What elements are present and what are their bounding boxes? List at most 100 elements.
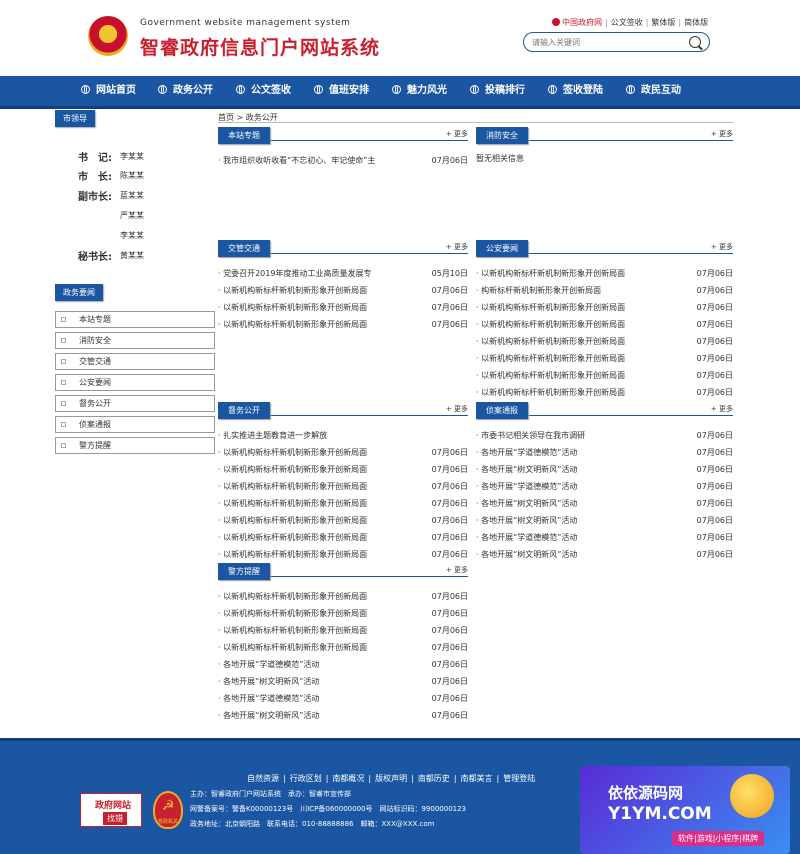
news-item[interactable]: · 以新机构新标杆新机制新形象开创新局面 07月06日 <box>476 319 733 331</box>
news-item[interactable]: · 各地开展“学道德模范”活动 07月06日 <box>476 447 733 459</box>
news-item[interactable]: · 以新机构新标杆新机制新形象开创新局面 07月06日 <box>476 302 733 314</box>
news-item[interactable]: · 各地开展“学道德模范”活动 07月06日 <box>476 532 733 544</box>
more-link[interactable]: + 更多 <box>711 129 733 139</box>
news-title[interactable]: · 市委书记相关领导在我市调研 <box>476 430 585 441</box>
footer-link[interactable]: 南都历史 <box>418 774 450 783</box>
sidebar-item[interactable]: 侦案通报 <box>55 416 215 433</box>
more-link[interactable]: + 更多 <box>446 565 468 575</box>
panel-tab[interactable]: 交管交通 <box>218 240 270 257</box>
nav-ranking[interactable]: 投稿排行 <box>470 76 525 106</box>
news-item[interactable]: · 各地开展“树文明新风”活动 07月06日 <box>476 515 733 527</box>
news-title[interactable]: · 各地开展“树文明新风”活动 <box>476 464 577 475</box>
news-item[interactable]: · 以新机构新标杆新机制新形象开创新局面 07月06日 <box>476 387 733 399</box>
news-item[interactable]: · 我市组织收听收看“不忘初心、牢记使命”主 07月06日 <box>218 155 468 167</box>
footer-link[interactable]: 版权声明 <box>375 774 407 783</box>
news-title[interactable]: · 以新机构新标杆新机制新形象开创新局面 <box>218 625 367 636</box>
panel-tab[interactable]: 警方提醒 <box>218 563 270 580</box>
news-item[interactable]: · 以新机构新标杆新机制新形象开创新局面 07月06日 <box>218 302 468 314</box>
news-title[interactable]: · 以新机构新标杆新机制新形象开创新局面 <box>218 319 367 330</box>
gov-site-error-badge[interactable]: 政府网站 找错 <box>80 793 142 827</box>
news-title[interactable]: · 以新机构新标杆新机制新形象开创新局面 <box>476 268 625 279</box>
news-title[interactable]: · 各地开展“学道德模范”活动 <box>218 693 319 704</box>
news-item[interactable]: · 以新机构新标杆新机制新形象开创新局面 07月06日 <box>476 370 733 382</box>
footer-link[interactable]: 自然资源 <box>247 774 279 783</box>
news-item[interactable]: · 以新机构新标杆新机制新形象开创新局面 07月06日 <box>476 336 733 348</box>
search-input[interactable] <box>532 36 682 49</box>
sidebar-item[interactable]: 公安要闻 <box>55 374 215 391</box>
leader-name[interactable]: 李某某 <box>120 230 144 241</box>
news-item[interactable]: · 市委书记相关领导在我市调研 07月06日 <box>476 430 733 442</box>
nav-scenery[interactable]: 魅力风光 <box>392 76 447 106</box>
footer-link[interactable]: 行政区划 <box>290 774 322 783</box>
nav-gov-affairs[interactable]: 政务公开 <box>158 76 213 106</box>
link-doc-sign[interactable]: 公文签收 <box>611 18 643 27</box>
news-item[interactable]: · 以新机构新标杆新机制新形象开创新局面 07月06日 <box>218 642 468 654</box>
panel-tab[interactable]: 侦案通报 <box>476 402 528 419</box>
news-title[interactable]: · 以新机构新标杆新机制新形象开创新局面 <box>476 370 625 381</box>
news-item[interactable]: · 以新机构新标杆新机制新形象开创新局面 07月06日 <box>476 353 733 365</box>
site-title[interactable]: 智睿政府信息门户网站系统 <box>140 33 380 60</box>
sidebar-item[interactable]: 交管交通 <box>55 353 215 370</box>
panel-tab[interactable]: 消防安全 <box>476 127 528 144</box>
news-title[interactable]: · 各地开展“树文明新风”活动 <box>476 549 577 560</box>
news-title[interactable]: · 以新机构新标杆新机制新形象开创新局面 <box>476 353 625 364</box>
news-title[interactable]: · 以新机构新标杆新机制新形象开创新局面 <box>218 608 367 619</box>
news-item[interactable]: · 以新机构新标杆新机制新形象开创新局面 07月06日 <box>218 532 468 544</box>
news-title[interactable]: · 我市组织收听收看“不忘初心、牢记使命”主 <box>218 155 375 166</box>
news-item[interactable]: · 以新机构新标杆新机制新形象开创新局面 07月06日 <box>218 481 468 493</box>
news-title[interactable]: · 党委召开2019年度推动工业高质量发展专 <box>218 268 371 279</box>
sidebar-item[interactable]: 警方提醒 <box>55 437 215 454</box>
leader-name[interactable]: 陈某某 <box>120 170 144 181</box>
news-item[interactable]: · 以新机构新标杆新机制新形象开创新局面 07月06日 <box>476 268 733 280</box>
news-title[interactable]: · 以新机构新标杆新机制新形象开创新局面 <box>476 319 625 330</box>
news-title[interactable]: · 以新机构新标杆新机制新形象开创新局面 <box>218 532 367 543</box>
news-item[interactable]: · 党委召开2019年度推动工业高质量发展专 05月10日 <box>218 268 468 280</box>
leader-name[interactable]: 李某某 <box>120 151 144 162</box>
news-title[interactable]: · 以新机构新标杆新机制新形象开创新局面 <box>476 387 625 398</box>
news-title[interactable]: · 构新标杆新机制新形象开创新局面 <box>476 285 601 296</box>
news-item[interactable]: · 扎实推进主题教育进一步解放 <box>218 430 468 442</box>
search-icon[interactable] <box>689 36 701 48</box>
news-item[interactable]: · 各地开展“树文明新风”活动 07月06日 <box>476 464 733 476</box>
link-simplified[interactable]: 简体版 <box>684 18 708 27</box>
footer-link[interactable]: 南都美言 <box>461 774 493 783</box>
news-item[interactable]: · 以新机构新标杆新机制新形象开创新局面 07月06日 <box>218 549 468 561</box>
news-title[interactable]: · 各地开展“树文明新风”活动 <box>218 710 319 721</box>
news-title[interactable]: · 各地开展“树文明新风”活动 <box>476 515 577 526</box>
news-item[interactable]: · 以新机构新标杆新机制新形象开创新局面 07月06日 <box>218 515 468 527</box>
panel-tab[interactable]: 本站专题 <box>218 127 270 144</box>
news-item[interactable]: · 以新机构新标杆新机制新形象开创新局面 07月06日 <box>218 591 468 603</box>
news-title[interactable]: · 各地开展“学道德模范”活动 <box>476 532 577 543</box>
news-title[interactable]: · 以新机构新标杆新机制新形象开创新局面 <box>476 336 625 347</box>
news-title[interactable]: · 各地开展“树文明新风”活动 <box>476 498 577 509</box>
news-title[interactable]: · 以新机构新标杆新机制新形象开创新局面 <box>218 642 367 653</box>
news-item[interactable]: · 各地开展“学道德模范”活动 07月06日 <box>218 693 468 705</box>
news-item[interactable]: · 以新机构新标杆新机制新形象开创新局面 07月06日 <box>218 608 468 620</box>
leader-name[interactable]: 黄某某 <box>120 250 144 261</box>
tab-leaders[interactable]: 市领导 <box>55 110 95 127</box>
news-title[interactable]: · 以新机构新标杆新机制新形象开创新局面 <box>476 302 625 313</box>
panel-tab[interactable]: 公安要闻 <box>476 240 528 257</box>
news-item[interactable]: · 各地开展“树文明新风”活动 07月06日 <box>218 676 468 688</box>
tab-gov-news[interactable]: 政务要闻 <box>55 284 103 301</box>
leader-name[interactable]: 蓝某某 <box>120 190 144 201</box>
news-item[interactable]: · 以新机构新标杆新机制新形象开创新局面 07月06日 <box>218 498 468 510</box>
more-link[interactable]: + 更多 <box>446 242 468 252</box>
link-traditional[interactable]: 繁体版 <box>651 18 675 27</box>
link-china-gov[interactable]: 中国政府网 <box>562 18 602 27</box>
more-link[interactable]: + 更多 <box>711 242 733 252</box>
more-link[interactable]: + 更多 <box>711 404 733 414</box>
panel-tab[interactable]: 督务公开 <box>218 402 270 419</box>
news-title[interactable]: · 各地开展“学道德模范”活动 <box>476 481 577 492</box>
nav-home[interactable]: 网站首页 <box>81 76 136 106</box>
more-link[interactable]: + 更多 <box>446 129 468 139</box>
news-item[interactable]: · 以新机构新标杆新机制新形象开创新局面 07月06日 <box>218 464 468 476</box>
footer-link[interactable]: 管理登陆 <box>503 774 535 783</box>
news-item[interactable]: · 各地开展“学道德模范”活动 07月06日 <box>476 481 733 493</box>
news-item[interactable]: · 各地开展“树文明新风”活动 07月06日 <box>476 549 733 561</box>
news-item[interactable]: · 以新机构新标杆新机制新形象开创新局面 07月06日 <box>218 285 468 297</box>
news-title[interactable]: · 以新机构新标杆新机制新形象开创新局面 <box>218 498 367 509</box>
news-title[interactable]: · 以新机构新标杆新机制新形象开创新局面 <box>218 302 367 313</box>
news-item[interactable]: · 各地开展“学道德模范”活动 07月06日 <box>218 659 468 671</box>
news-title[interactable]: · 以新机构新标杆新机制新形象开创新局面 <box>218 447 367 458</box>
